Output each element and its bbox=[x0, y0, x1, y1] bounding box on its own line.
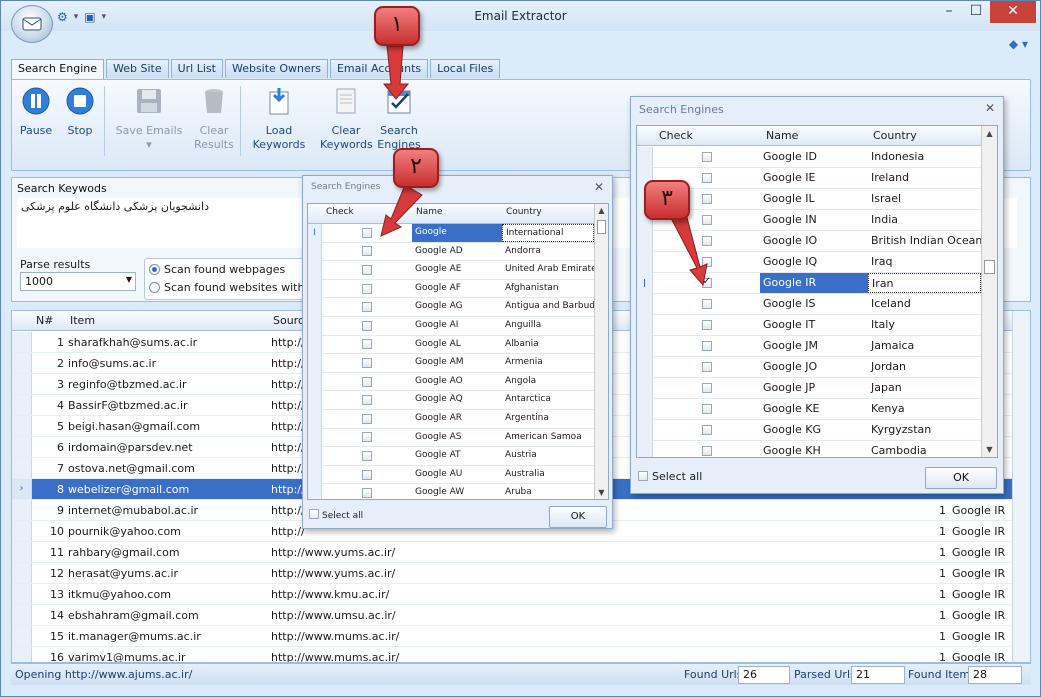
callout-3: ٣ bbox=[644, 180, 690, 220]
callout-1: ١ bbox=[374, 6, 420, 46]
annotation-arrows bbox=[380, 45, 708, 287]
arrow-2 bbox=[380, 184, 423, 237]
arrow-1 bbox=[382, 45, 410, 100]
arrow-3 bbox=[671, 209, 708, 287]
callout-2: ٢ bbox=[393, 148, 439, 188]
